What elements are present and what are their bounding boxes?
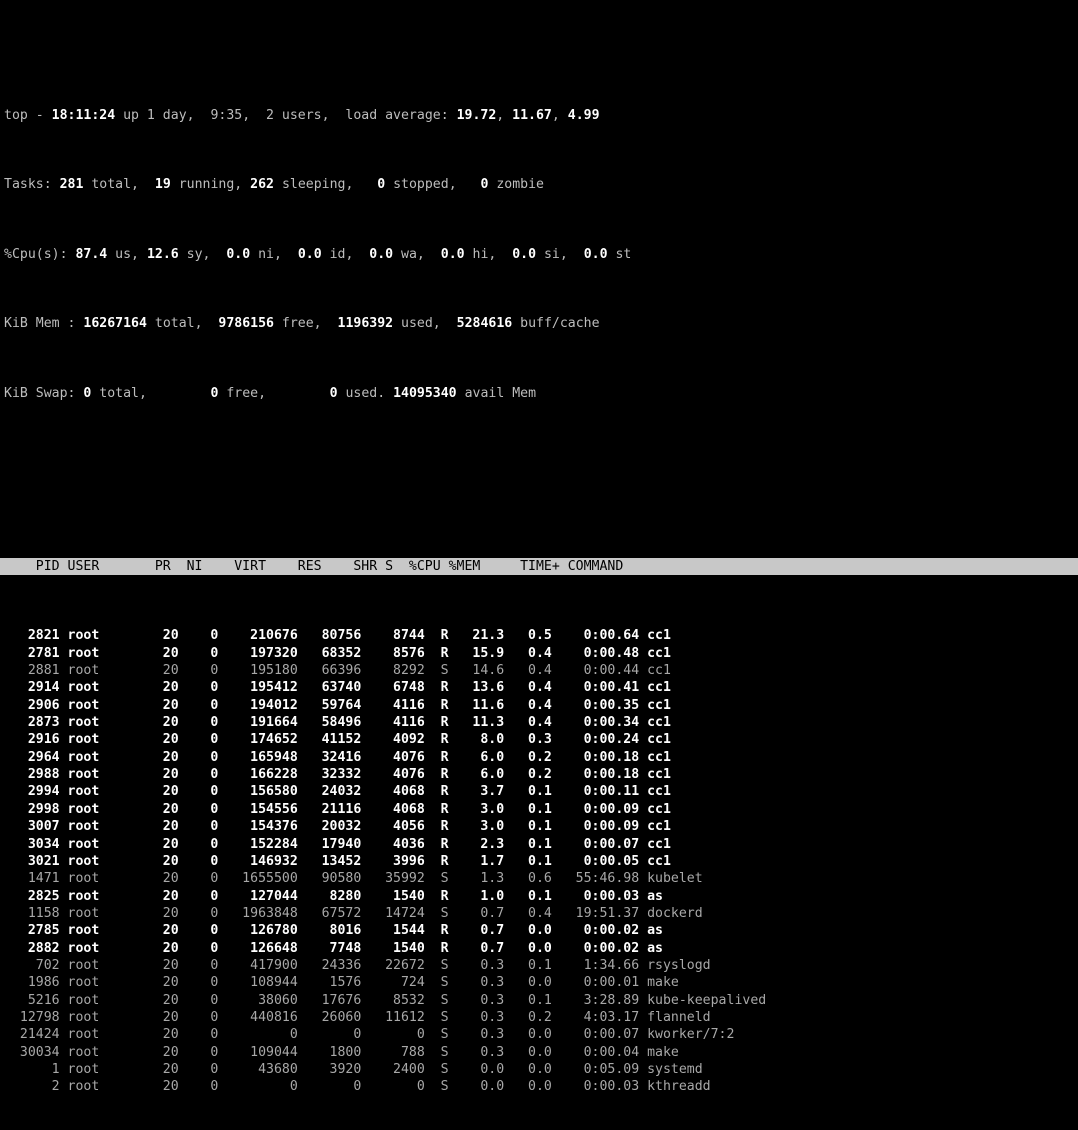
mem-free-label: free, <box>273 316 338 332</box>
summary-line-cpu: %Cpu(s): 87.4 us, 12.6 sy, 0.0 ni, 0.0 i… <box>4 246 1078 263</box>
swap-free-label: free, <box>218 385 330 401</box>
process-row[interactable]: 2988 root 20 0 166228 32332 4076 R 6.0 0… <box>4 766 1078 783</box>
uptime-text: up 1 day, 9:35, 2 users, load average: <box>115 108 457 124</box>
summary-line-tasks: Tasks: 281 total, 19 running, 262 sleepi… <box>4 176 1078 193</box>
summary-spacer <box>4 454 1078 471</box>
swap-used-value: 0 <box>329 385 338 401</box>
mem-buffcache-label: buff/cache <box>512 316 600 332</box>
process-row[interactable]: 2994 root 20 0 156580 24032 4068 R 3.7 0… <box>4 783 1078 800</box>
summary-line-swap: KiB Swap: 0 total, 0 free, 0 used. 14095… <box>4 385 1078 402</box>
process-row[interactable]: 1986 root 20 0 108944 1576 724 S 0.3 0.0… <box>4 974 1078 991</box>
process-row[interactable]: 2821 root 20 0 210676 80756 8744 R 21.3 … <box>4 627 1078 644</box>
process-row[interactable]: 2964 root 20 0 165948 32416 4076 R 6.0 0… <box>4 749 1078 766</box>
tasks-running-label: running, <box>170 177 251 193</box>
swap-avail-value: 14095340 <box>393 385 457 401</box>
process-row[interactable]: 2906 root 20 0 194012 59764 4116 R 11.6 … <box>4 697 1078 714</box>
process-row[interactable]: 1158 root 20 0 1963848 67572 14724 S 0.7… <box>4 905 1078 922</box>
mem-used-label: used, <box>393 316 457 332</box>
process-row[interactable]: 3007 root 20 0 154376 20032 4056 R 3.0 0… <box>4 818 1078 835</box>
tasks-total-label: total, <box>83 177 155 193</box>
process-row[interactable]: 2 root 20 0 0 0 0 S 0.0 0.0 0:00.03 kthr… <box>4 1078 1078 1095</box>
process-row[interactable]: 2785 root 20 0 126780 8016 1544 R 0.7 0.… <box>4 922 1078 939</box>
cpu-us-value: 87.4 <box>75 246 108 262</box>
process-row[interactable]: 1471 root 20 0 1655500 90580 35992 S 1.3… <box>4 870 1078 887</box>
process-row[interactable]: 3021 root 20 0 146932 13452 3996 R 1.7 0… <box>4 853 1078 870</box>
terminal-window[interactable]: top - 18:11:24 up 1 day, 9:35, 2 users, … <box>0 0 1078 1094</box>
tasks-zombie-label: zombie <box>488 177 544 193</box>
process-row[interactable]: 30034 root 20 0 109044 1800 788 S 0.3 0.… <box>4 1044 1078 1061</box>
process-row[interactable]: 2825 root 20 0 127044 8280 1540 R 1.0 0.… <box>4 888 1078 905</box>
cpu-wa-value: 0.0 <box>369 246 394 262</box>
top-label: top - <box>4 108 52 124</box>
summary-line-uptime: top - 18:11:24 up 1 day, 9:35, 2 users, … <box>4 108 600 124</box>
cpu-si-value: 0.0 <box>512 246 537 262</box>
process-row[interactable]: 1 root 20 0 43680 3920 2400 S 0.0 0.0 0:… <box>4 1061 1078 1078</box>
cpu-id-value: 0.0 <box>297 246 322 262</box>
load-avg-5min: 11.67 <box>512 108 552 124</box>
mem-label: KiB Mem : <box>4 316 84 332</box>
tasks-sleeping-label: sleeping, <box>274 177 378 193</box>
top-summary-panel: top - 18:11:24 up 1 day, 9:35, 2 users, … <box>0 52 1078 506</box>
tasks-label: Tasks: <box>4 177 60 193</box>
mem-free-value: 9786156 <box>218 316 274 332</box>
tasks-stopped-value: 0 <box>377 177 386 193</box>
mem-total-value: 16267164 <box>83 316 147 332</box>
mem-used-value: 1196392 <box>337 316 394 332</box>
cpu-hi-label: hi, <box>464 246 513 262</box>
cpu-ni-value: 0.0 <box>226 246 251 262</box>
cpu-hi-value: 0.0 <box>440 246 465 262</box>
cpu-id-label: id, <box>321 246 370 262</box>
process-row[interactable]: 2916 root 20 0 174652 41152 4092 R 8.0 0… <box>4 731 1078 748</box>
cpu-sy-label: sy, <box>178 246 227 262</box>
cpu-st-label: st <box>607 246 632 262</box>
current-time: 18:11:24 <box>51 108 116 124</box>
cpu-sy-value: 12.6 <box>146 246 179 262</box>
process-row[interactable]: 12798 root 20 0 440816 26060 11612 S 0.3… <box>4 1009 1078 1026</box>
tasks-stopped-label: stopped, <box>385 177 481 193</box>
summary-line-mem: KiB Mem : 16267164 total, 9786156 free, … <box>4 315 1078 332</box>
cpu-si-label: si, <box>536 246 584 262</box>
tasks-running-value: 19 <box>154 177 171 193</box>
process-row[interactable]: 2882 root 20 0 126648 7748 1540 R 0.7 0.… <box>4 940 1078 957</box>
mem-total-label: total, <box>146 316 219 332</box>
process-row[interactable]: 3034 root 20 0 152284 17940 4036 R 2.3 0… <box>4 836 1078 853</box>
cpu-st-value: 0.0 <box>583 246 608 262</box>
process-row[interactable]: 2873 root 20 0 191664 58496 4116 R 11.3 … <box>4 714 1078 731</box>
swap-avail-label: avail Mem <box>456 385 537 401</box>
process-row[interactable]: 2914 root 20 0 195412 63740 6748 R 13.6 … <box>4 679 1078 696</box>
tasks-total-value: 281 <box>59 177 84 193</box>
process-row[interactable]: 5216 root 20 0 38060 17676 8532 S 0.3 0.… <box>4 992 1078 1009</box>
cpu-wa-label: wa, <box>393 246 441 262</box>
process-row[interactable]: 2781 root 20 0 197320 68352 8576 R 15.9 … <box>4 645 1078 662</box>
process-row[interactable]: 702 root 20 0 417900 24336 22672 S 0.3 0… <box>4 957 1078 974</box>
process-row[interactable]: 21424 root 20 0 0 0 0 S 0.3 0.0 0:00.07 … <box>4 1026 1078 1043</box>
tasks-sleeping-value: 262 <box>250 177 274 193</box>
load-avg-15min: 4.99 <box>567 108 600 124</box>
swap-label: KiB Swap: <box>4 385 84 401</box>
mem-buffcache-value: 5284616 <box>456 316 513 332</box>
process-table-body[interactable]: 2821 root 20 0 210676 80756 8744 R 21.3 … <box>0 627 1078 1095</box>
swap-used-label: used. <box>337 385 394 401</box>
swap-total-label: total, <box>91 385 211 401</box>
cpu-us-label: us, <box>107 246 147 262</box>
cpu-label: %Cpu(s): <box>4 246 76 262</box>
process-row[interactable]: 2881 root 20 0 195180 66396 8292 S 14.6 … <box>4 662 1078 679</box>
process-row[interactable]: 2998 root 20 0 154556 21116 4068 R 3.0 0… <box>4 801 1078 818</box>
cpu-ni-label: ni, <box>250 246 298 262</box>
load-avg-1min: 19.72 <box>456 108 497 124</box>
process-table-column-header[interactable]: PID USER PR NI VIRT RES SHR S %CPU %MEM … <box>0 558 1078 576</box>
